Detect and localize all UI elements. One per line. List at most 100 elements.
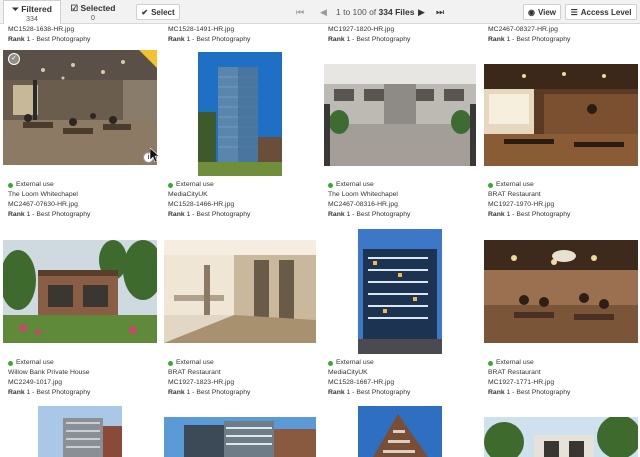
list-item: MC2467-08327-HR.jpg Rank 1 - Best Photog… — [488, 25, 570, 45]
rank: Rank 1 - Best Photography — [488, 211, 571, 218]
photo-image — [198, 52, 282, 176]
photo-image — [3, 50, 157, 165]
thumbnail-row3-3[interactable] — [358, 406, 442, 457]
select-checkbox-icon[interactable]: ✓ — [8, 53, 20, 65]
project-name: MediaCityUK — [168, 191, 208, 198]
status-dot-icon — [488, 360, 493, 366]
list-item: External use BRAT Restaurant MC1927-1970… — [488, 180, 640, 220]
project-name: Willow Bank Private House — [8, 369, 90, 376]
list-item: MC1927-1820-HR.jpg Rank 1 - Best Photogr… — [328, 25, 410, 45]
rank: Rank 1 - Best Photography — [488, 36, 571, 43]
list-item: External use BRAT Restaurant MC1927-1771… — [488, 358, 640, 398]
file-name: MC1927-1823-HR.jpg — [168, 379, 235, 386]
list-item: External use BRAT Restaurant MC1927-1823… — [168, 358, 322, 398]
usage-status: External use — [336, 359, 374, 366]
rank: Rank 1 - Best Photography — [168, 389, 251, 396]
tab-filtered[interactable]: ⏷ Filtered 334 — [3, 0, 61, 24]
select-button[interactable]: ✔ Select — [136, 4, 180, 20]
photo-image — [484, 64, 638, 166]
checkbox-icon: ☑ — [70, 3, 79, 13]
select-button-label: Select — [151, 7, 175, 17]
project-name: The Loom Whitechapel — [8, 191, 78, 198]
status-dot-icon — [328, 182, 333, 188]
rank: Rank 1 - Best Photography — [328, 211, 411, 218]
photo-image — [164, 240, 316, 343]
mouse-cursor-icon — [150, 148, 160, 162]
previous-page-icon[interactable]: ◀ — [320, 5, 327, 19]
tab-selected-count: 0 — [91, 15, 95, 22]
file-name: MC1528-1491-HR.jpg — [168, 26, 235, 33]
photo-image — [38, 406, 122, 457]
thumbnail-loom-atrium[interactable] — [324, 64, 476, 166]
file-name: MC1528-1667-HR.jpg — [328, 379, 395, 386]
thumbnail-row3-4[interactable] — [484, 417, 638, 457]
photo-image — [324, 64, 476, 166]
status-dot-icon — [488, 182, 493, 188]
file-name: MC1927-1820-HR.jpg — [328, 26, 395, 33]
file-name: MC2467-08316-HR.jpg — [328, 201, 398, 208]
project-name: BRAT Restaurant — [168, 369, 221, 376]
status-dot-icon — [328, 360, 333, 366]
pager-total: 334 Files — [378, 7, 415, 17]
list-item: External use MediaCityUK MC1528-1667-HR.… — [328, 358, 482, 398]
rank: Rank 1 - Best Photography — [168, 36, 251, 43]
file-name: MC2467-08327-HR.jpg — [488, 26, 558, 33]
rank: Rank 1 - Best Photography — [8, 211, 91, 218]
pager-text: 1 to 100 of 334 Files — [336, 5, 414, 19]
access-level-label: Access Level — [580, 7, 632, 17]
photo-image — [3, 240, 157, 343]
rank: Rank 1 - Best Photography — [8, 36, 91, 43]
rank: Rank 1 - Best Photography — [8, 389, 91, 396]
status-dot-icon — [8, 182, 13, 188]
usage-status: External use — [16, 181, 54, 188]
thumbnail-row3-1[interactable] — [38, 406, 122, 457]
project-name: MediaCityUK — [328, 369, 368, 376]
thumbnail-brat-restaurant[interactable] — [484, 64, 638, 166]
project-name: BRAT Restaurant — [488, 369, 541, 376]
last-page-icon[interactable]: ⏭ — [436, 5, 444, 19]
eye-icon: ◉ — [527, 7, 535, 17]
toolbar: ⏷ Filtered 334 ☑ Selected 0 ✔ Select ⏮ ◀… — [0, 0, 640, 24]
tab-filtered-count: 334 — [26, 16, 38, 23]
view-button[interactable]: ◉ View — [523, 4, 561, 20]
thumbnail-brat-dining[interactable] — [484, 240, 638, 343]
list-item: External use The Loom Whitechapel MC2467… — [8, 180, 162, 220]
thumbnail-willow-bank[interactable] — [3, 240, 157, 343]
status-dot-icon — [168, 182, 173, 188]
first-page-icon[interactable]: ⏮ — [296, 5, 304, 19]
status-dot-icon — [8, 360, 13, 366]
tab-selected[interactable]: ☑ Selected 0 — [64, 0, 122, 24]
usage-status: External use — [336, 181, 374, 188]
access-level-button[interactable]: ☰ Access Level — [565, 4, 637, 20]
photo-image — [484, 417, 638, 457]
photo-image — [358, 406, 442, 457]
list-item: External use MediaCityUK MC1528-1466-HR.… — [168, 180, 322, 220]
file-name: MC1927-1970-HR.jpg — [488, 201, 555, 208]
rank: Rank 1 - Best Photography — [328, 36, 411, 43]
list-item: External use Willow Bank Private House M… — [8, 358, 162, 398]
tab-selected-label: ☑ Selected — [70, 3, 116, 13]
status-dot-icon — [168, 360, 173, 366]
thumbnail-loom-whitechapel[interactable]: ✓ i — [3, 50, 157, 165]
list-item: External use The Loom Whitechapel MC2467… — [328, 180, 482, 220]
tab-filtered-label: ⏷ Filtered — [12, 4, 52, 14]
usage-status: External use — [16, 359, 54, 366]
rank: Rank 1 - Best Photography — [488, 389, 571, 396]
sliders-icon: ☰ — [570, 7, 578, 17]
star-badge-icon — [139, 50, 157, 68]
project-name: The Loom Whitechapel — [328, 191, 398, 198]
thumbnail-row3-2[interactable] — [164, 417, 316, 457]
photo-image — [164, 417, 316, 457]
thumbnail-mediacityuk-tower[interactable] — [358, 229, 442, 354]
usage-status: External use — [496, 181, 534, 188]
check-circle-icon: ✔ — [141, 7, 149, 17]
rank: Rank 1 - Best Photography — [328, 389, 411, 396]
file-name: MC1528-1466-HR.jpg — [168, 201, 235, 208]
usage-status: External use — [176, 359, 214, 366]
file-name: MC1927-1771-HR.jpg — [488, 379, 555, 386]
usage-status: External use — [496, 359, 534, 366]
view-button-label: View — [537, 7, 557, 17]
next-page-icon[interactable]: ▶ — [418, 5, 425, 19]
thumbnail-brat-corridor[interactable] — [164, 240, 316, 343]
thumbnail-mediacityuk[interactable] — [198, 52, 282, 176]
